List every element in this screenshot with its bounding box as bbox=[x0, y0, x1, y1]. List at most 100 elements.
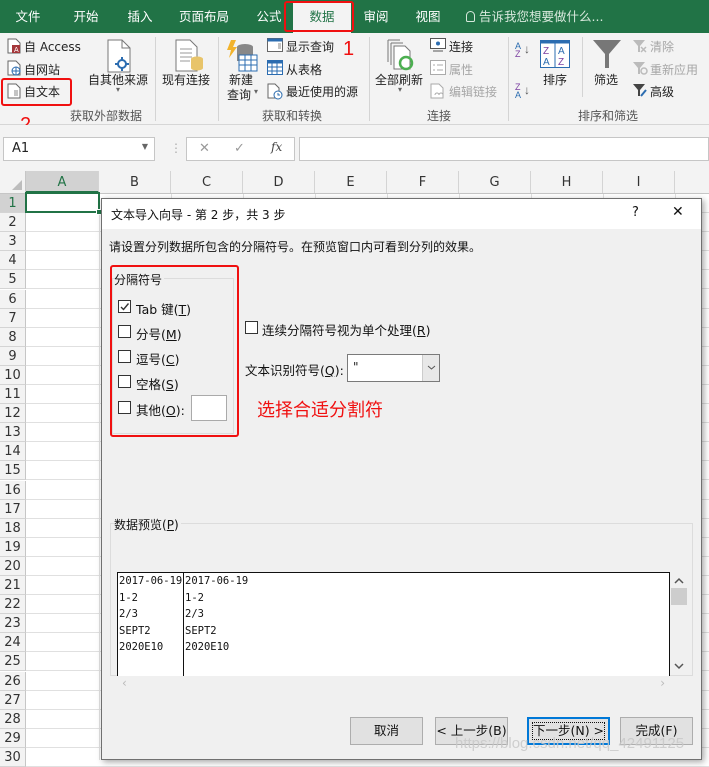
sort-descending-button[interactable]: Z A ↓ bbox=[515, 83, 530, 100]
column-header-f[interactable]: F bbox=[387, 171, 459, 193]
ribbon-tab-bar: 文件 开始 插入 页面布局 公式 数据 审阅 视图 告诉我您想要做什么... bbox=[0, 0, 709, 33]
tab-insert[interactable]: 插入 bbox=[118, 0, 162, 33]
preview-cell: 1-2 bbox=[119, 591, 138, 604]
row-header-18[interactable]: 18 bbox=[0, 518, 26, 538]
row-header-27[interactable]: 27 bbox=[0, 690, 26, 710]
column-header-c[interactable]: C bbox=[171, 171, 243, 193]
row-header-28[interactable]: 28 bbox=[0, 709, 26, 729]
row-header-4[interactable]: 4 bbox=[0, 251, 26, 271]
advanced-filter-icon bbox=[633, 84, 647, 97]
chevron-down-icon: ▾ bbox=[116, 85, 121, 94]
dialog-title-bar: 文本导入向导 - 第 2 步，共 3 步 ? ✕ bbox=[102, 199, 701, 229]
existing-connections-label: 现有连接 bbox=[162, 73, 211, 87]
column-header-e[interactable]: E bbox=[315, 171, 387, 193]
row-header-12[interactable]: 12 bbox=[0, 404, 26, 424]
column-break-line[interactable] bbox=[183, 573, 184, 676]
refresh-all-icon bbox=[387, 39, 414, 71]
row-header-24[interactable]: 24 bbox=[0, 633, 26, 653]
ribbon: A 自 Access 自网站 自文本 自其他来源 ▾ 现有连接 获取外部数据 新… bbox=[0, 33, 709, 125]
tab-file[interactable]: 文件 bbox=[8, 0, 48, 33]
row-header-11[interactable]: 11 bbox=[0, 385, 26, 404]
column-header-b[interactable]: B bbox=[99, 171, 171, 193]
row-header-9[interactable]: 9 bbox=[0, 346, 26, 366]
row-header-5[interactable]: 5 bbox=[0, 270, 26, 290]
cancel-icon[interactable]: ✕ bbox=[199, 141, 210, 156]
row-header-25[interactable]: 25 bbox=[0, 652, 26, 672]
tab-page-layout[interactable]: 页面布局 bbox=[172, 0, 236, 33]
from-access-label: 自 Access bbox=[24, 40, 81, 54]
row-header-17[interactable]: 17 bbox=[0, 499, 26, 519]
formula-input[interactable] bbox=[299, 137, 709, 161]
row-header-13[interactable]: 13 bbox=[0, 423, 26, 443]
row-header-15[interactable]: 15 bbox=[0, 461, 26, 481]
column-header-row: A B C D E F G H I bbox=[0, 171, 709, 194]
text-qualifier-select[interactable]: " bbox=[347, 354, 440, 382]
row-header-16[interactable]: 16 bbox=[0, 480, 26, 500]
tab-review[interactable]: 审阅 bbox=[356, 0, 396, 33]
row-header-3[interactable]: 3 bbox=[0, 232, 26, 252]
preview-cell: 2017-06-19 bbox=[185, 575, 249, 587]
properties-label: 属性 bbox=[449, 63, 474, 77]
tab-home[interactable]: 开始 bbox=[64, 0, 108, 33]
close-button[interactable]: ✕ bbox=[672, 204, 684, 220]
data-preview-grid: 2017-06-19 2017-06-19 1-2 1-2 2/3 2/3 SEPT2 SEP… bbox=[117, 572, 670, 676]
preview-horizontal-scrollbar[interactable]: ‹ › bbox=[117, 676, 670, 692]
svg-text:Z: Z bbox=[558, 57, 564, 68]
row-header-1[interactable]: 1 bbox=[0, 194, 26, 213]
select-all-button[interactable] bbox=[0, 171, 26, 193]
row-header-30[interactable]: 30 bbox=[0, 747, 26, 767]
preview-vertical-scrollbar[interactable] bbox=[670, 572, 688, 676]
checkbox-consecutive[interactable] bbox=[245, 321, 258, 334]
drag-handle-icon[interactable]: ⋮ bbox=[170, 141, 182, 155]
insert-function-icon[interactable]: fx bbox=[271, 140, 282, 154]
dialog-instruction: 请设置分列数据所包含的分隔符号。在预览窗口内可看到分列的效果。 bbox=[109, 240, 482, 254]
preview-cell: 2/3 bbox=[185, 608, 204, 620]
advanced-filter-label: 高级 bbox=[650, 85, 675, 99]
edit-links-icon bbox=[430, 83, 444, 99]
annotation-box-delimiters bbox=[110, 265, 239, 437]
enter-icon[interactable]: ✓ bbox=[234, 141, 245, 156]
chevron-down-icon: ▾ bbox=[254, 87, 259, 96]
tell-me-box[interactable]: 告诉我您想要做什么... bbox=[466, 0, 616, 33]
svg-text:Z: Z bbox=[543, 46, 549, 57]
column-header-h[interactable]: H bbox=[531, 171, 603, 193]
svg-text:A: A bbox=[558, 46, 565, 57]
edit-links-label: 编辑链接 bbox=[449, 85, 498, 99]
text-qualifier-label: 文本识别符号(Q): bbox=[245, 363, 344, 378]
row-header-20[interactable]: 20 bbox=[0, 556, 26, 576]
row-header-8[interactable]: 8 bbox=[0, 327, 26, 347]
row-header-21[interactable]: 21 bbox=[0, 576, 26, 595]
lightbulb-icon bbox=[466, 11, 475, 22]
row-header-19[interactable]: 19 bbox=[0, 537, 26, 557]
existing-connections-icon bbox=[175, 39, 203, 72]
column-header-g[interactable]: G bbox=[459, 171, 531, 193]
row-header-29[interactable]: 29 bbox=[0, 728, 26, 748]
scroll-right-icon[interactable]: › bbox=[660, 676, 665, 690]
column-header-a[interactable]: A bbox=[26, 171, 99, 193]
tab-view[interactable]: 视图 bbox=[408, 0, 448, 33]
column-header-i[interactable]: I bbox=[603, 171, 675, 193]
preview-cell: SEPT2 bbox=[119, 624, 151, 637]
column-header-d[interactable]: D bbox=[243, 171, 315, 193]
connections-icon bbox=[430, 38, 446, 52]
row-header-14[interactable]: 14 bbox=[0, 442, 26, 462]
row-header-10[interactable]: 10 bbox=[0, 365, 26, 385]
data-preview-label: 数据预览(P) bbox=[114, 516, 181, 533]
row-header-7[interactable]: 7 bbox=[0, 308, 26, 328]
sort-ascending-button[interactable]: A Z ↓ bbox=[515, 42, 530, 59]
cancel-button[interactable]: 取消 bbox=[350, 717, 423, 745]
annotation-box-data-tab bbox=[284, 1, 354, 32]
scroll-left-icon[interactable]: ‹ bbox=[122, 676, 127, 690]
row-header-6[interactable]: 6 bbox=[0, 289, 26, 309]
sort-icon: ZAAZ bbox=[540, 40, 570, 68]
help-button[interactable]: ? bbox=[632, 205, 639, 220]
reapply-filter-label: 重新应用 bbox=[650, 63, 699, 77]
active-cell-a1[interactable] bbox=[25, 192, 100, 213]
chevron-down-icon[interactable] bbox=[422, 355, 439, 381]
group-label-get-transform: 获取和转换 bbox=[262, 109, 323, 123]
name-box[interactable]: A1 ▼ bbox=[3, 137, 155, 161]
row-header-2[interactable]: 2 bbox=[0, 213, 26, 233]
row-header-26[interactable]: 26 bbox=[0, 671, 26, 691]
row-header-22[interactable]: 22 bbox=[0, 595, 26, 615]
row-header-23[interactable]: 23 bbox=[0, 614, 26, 634]
